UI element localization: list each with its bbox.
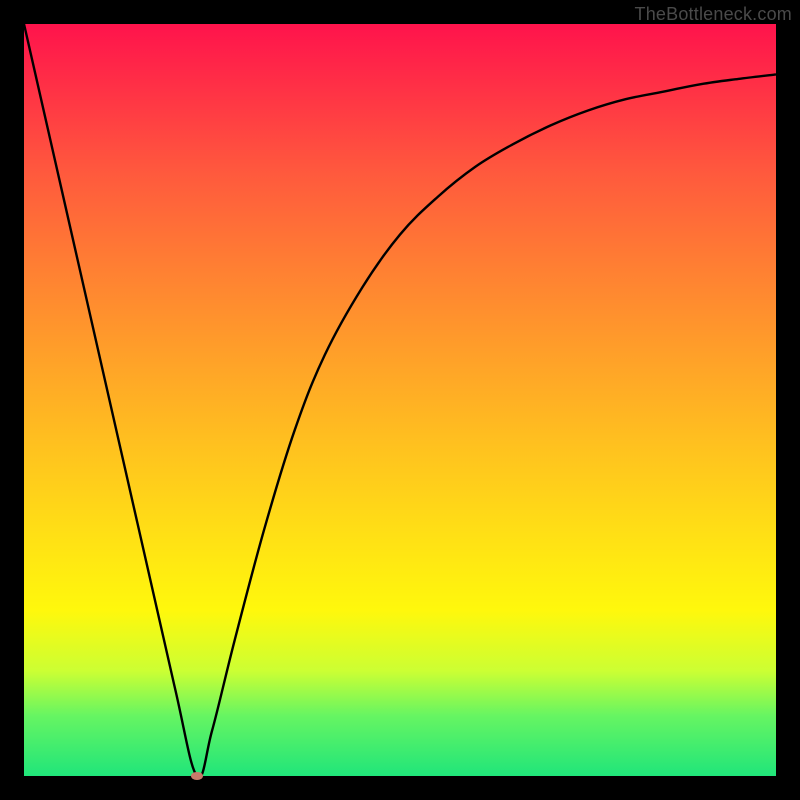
bottleneck-curve: [24, 24, 776, 776]
attribution-label: TheBottleneck.com: [635, 4, 792, 25]
chart-frame: TheBottleneck.com: [0, 0, 800, 800]
plot-area: [24, 24, 776, 776]
minimum-marker: [191, 772, 203, 780]
